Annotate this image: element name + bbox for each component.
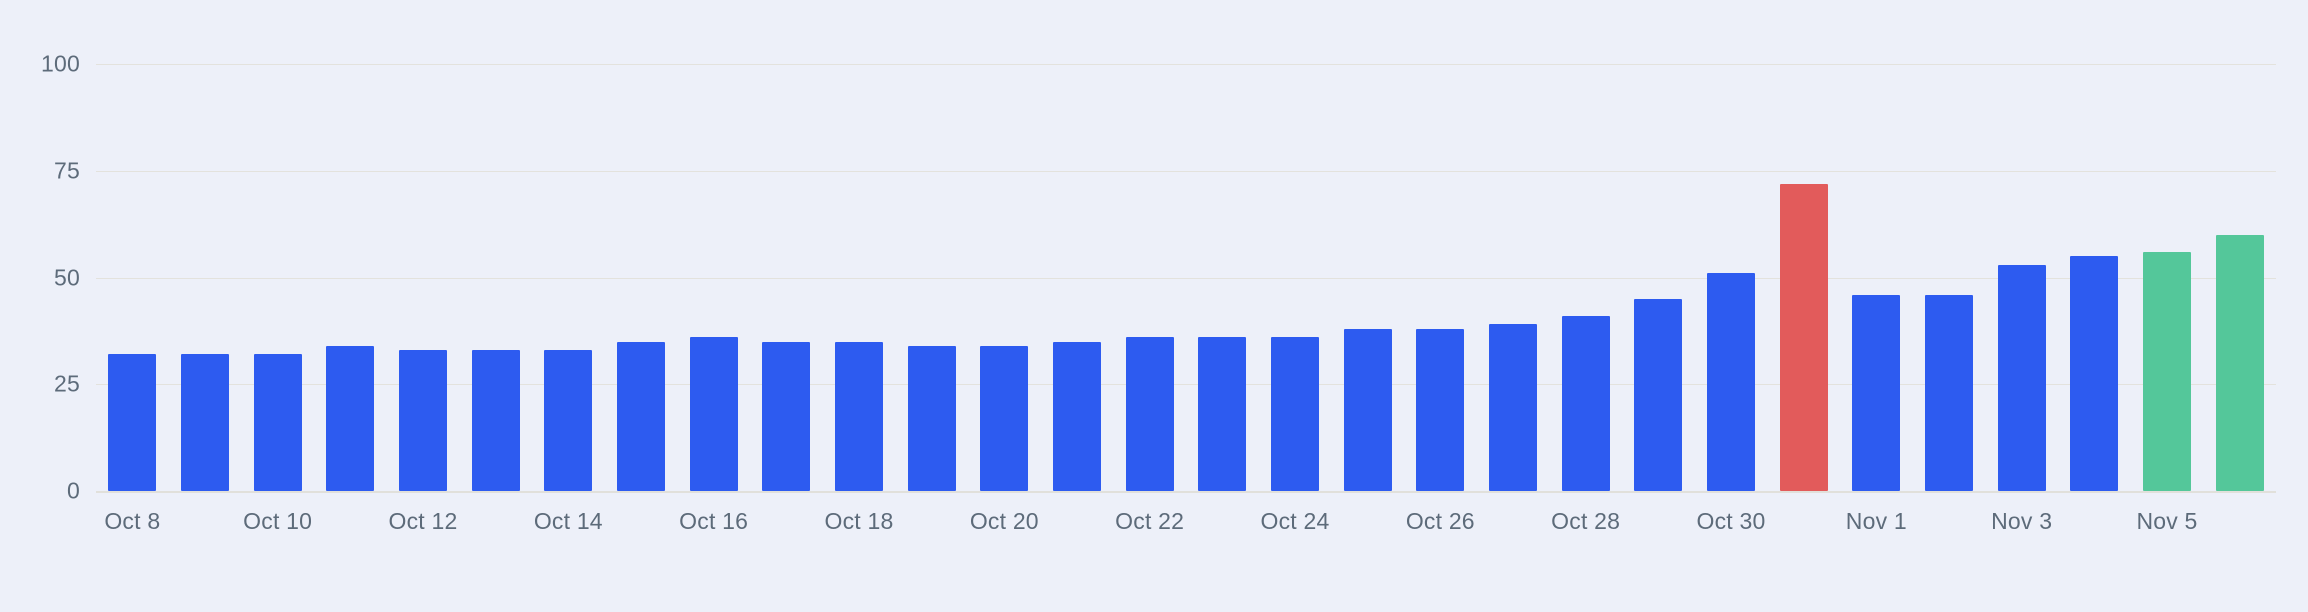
x-axis-tick-label: Nov 3 bbox=[1991, 508, 2053, 534]
bar[interactable] bbox=[1125, 337, 1174, 491]
bar[interactable] bbox=[616, 341, 666, 491]
bar[interactable] bbox=[2215, 234, 2264, 491]
bar[interactable] bbox=[2142, 251, 2192, 491]
x-axis-tick-label: Nov 5 bbox=[2136, 508, 2198, 534]
x-axis-tick-label: Oct 26 bbox=[1405, 508, 1475, 534]
bar[interactable] bbox=[1852, 294, 1901, 491]
x-axis-tick-label: Oct 28 bbox=[1551, 508, 1621, 534]
x-axis-tick-label: Oct 10 bbox=[243, 508, 313, 534]
bar[interactable] bbox=[180, 354, 230, 491]
x-axis-tick-label: Oct 16 bbox=[679, 508, 749, 534]
bar[interactable] bbox=[253, 354, 302, 491]
bar[interactable] bbox=[398, 350, 448, 491]
x-axis-tick-label: Oct 14 bbox=[533, 508, 603, 534]
axis-baseline bbox=[96, 491, 2276, 493]
y-axis-tick-label: 100 bbox=[41, 50, 80, 77]
bar[interactable] bbox=[1416, 328, 1465, 491]
bar[interactable] bbox=[689, 337, 738, 491]
bar[interactable] bbox=[907, 345, 956, 491]
y-axis-tick-label: 75 bbox=[54, 157, 80, 184]
x-axis-tick-label: Oct 8 bbox=[104, 508, 161, 534]
gridline bbox=[96, 277, 2276, 279]
bar[interactable] bbox=[1706, 273, 1756, 491]
bar[interactable] bbox=[1997, 264, 2046, 491]
bar[interactable] bbox=[1634, 298, 1683, 491]
bar[interactable] bbox=[326, 345, 375, 491]
x-axis-tick-label: Oct 12 bbox=[388, 508, 458, 534]
bar[interactable] bbox=[1561, 315, 1610, 491]
bar[interactable] bbox=[1924, 294, 1974, 491]
x-axis-tick-label: Oct 30 bbox=[1696, 508, 1766, 534]
bar[interactable] bbox=[980, 345, 1029, 491]
bar[interactable] bbox=[762, 341, 811, 491]
bar[interactable] bbox=[1270, 337, 1320, 491]
bar[interactable] bbox=[108, 354, 157, 491]
gridline bbox=[96, 170, 2276, 172]
x-axis-tick-label: Oct 24 bbox=[1260, 508, 1330, 534]
x-axis-tick-label: Oct 20 bbox=[969, 508, 1039, 534]
bar-chart: 0 25 50 75 100 Oct 8 Oct 10 Oct 12 Oct 14 Oct 16… bbox=[0, 0, 2308, 612]
x-axis-tick-label: Oct 18 bbox=[824, 508, 894, 534]
plot-area bbox=[96, 64, 2276, 493]
bar[interactable] bbox=[471, 350, 520, 491]
bar[interactable] bbox=[544, 350, 593, 491]
y-axis-tick-label: 25 bbox=[54, 370, 80, 397]
gridline bbox=[96, 64, 2276, 65]
x-axis-tick-label: Oct 22 bbox=[1115, 508, 1185, 534]
bar[interactable] bbox=[2070, 256, 2119, 491]
x-axis-tick-label: Nov 1 bbox=[1845, 508, 1907, 534]
y-axis-tick-label: 0 bbox=[67, 477, 80, 504]
y-axis-tick-label: 50 bbox=[54, 264, 80, 290]
bar[interactable] bbox=[1052, 341, 1102, 491]
bar[interactable] bbox=[1779, 183, 1828, 491]
bar[interactable] bbox=[834, 341, 884, 491]
bar[interactable] bbox=[1343, 328, 1392, 491]
bar[interactable] bbox=[1488, 324, 1538, 491]
bar[interactable] bbox=[1198, 337, 1247, 491]
